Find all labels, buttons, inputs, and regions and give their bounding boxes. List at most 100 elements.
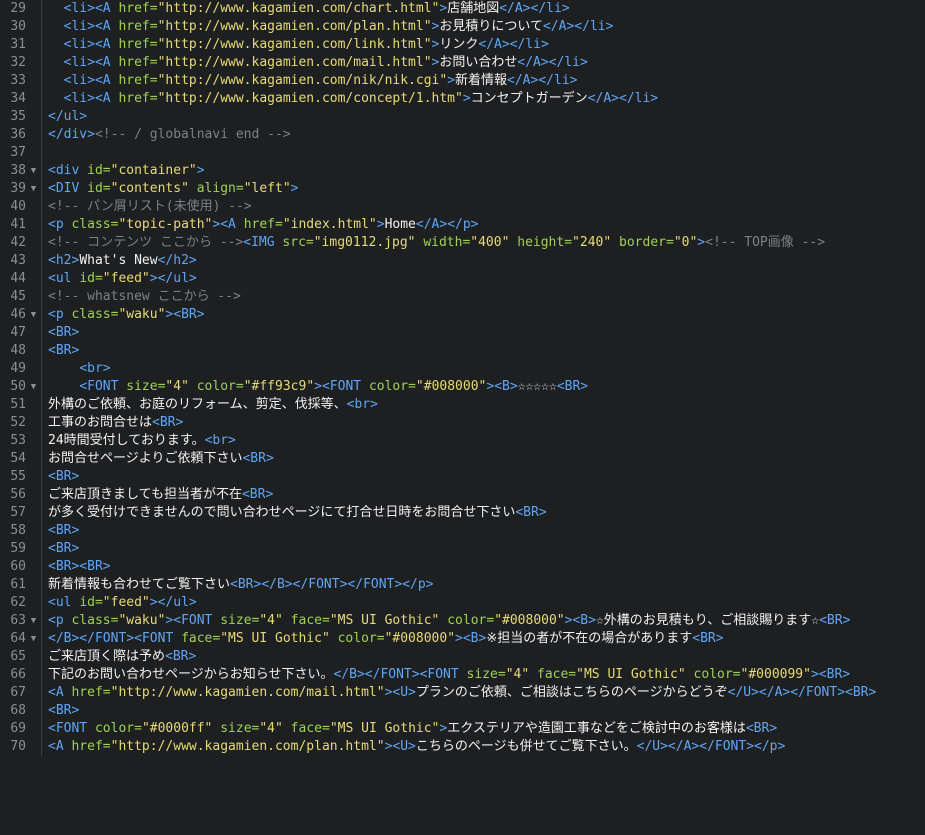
code-line[interactable]: 33 <li><A href="http://www.kagamien.com/…	[0, 72, 925, 90]
code-content: <div id="container">	[48, 162, 925, 180]
line-number: 35	[10, 109, 26, 124]
code-line[interactable]: 70 <A href="http://www.kagamien.com/plan.…	[0, 738, 925, 756]
code-line[interactable]: 50 <FONT size="4" color="#ff93c9"><FONT …	[0, 378, 925, 396]
code-line[interactable]: 43 <h2>What's New</h2>	[0, 252, 925, 270]
token-attr: face=	[290, 721, 330, 736]
indent-guide	[41, 216, 48, 234]
code-line[interactable]: 51 外構のご依頼、お庭のリフォーム、剪定、伐採等、<br>	[0, 396, 925, 414]
fold-arrow-icon[interactable]	[26, 306, 41, 324]
code-line[interactable]: 30 <li><A href="http://www.kagamien.com/…	[0, 18, 925, 36]
code-line[interactable]: 32 <li><A href="http://www.kagamien.com/…	[0, 54, 925, 72]
fold-gutter	[26, 450, 41, 468]
fold-gutter	[26, 684, 41, 702]
code-line[interactable]: 63 <p class="waku"><FONT size="4" face="M…	[0, 612, 925, 630]
line-number: 61	[10, 577, 26, 592]
code-line[interactable]: 48 <BR>	[0, 342, 925, 360]
line-number: 43	[10, 253, 26, 268]
indent-guide	[41, 504, 48, 522]
code-content: <br>	[48, 360, 925, 378]
code-line[interactable]: 66 下記のお問い合わせページからお知らせ下さい。</B></FONT><FONT…	[0, 666, 925, 684]
code-line[interactable]: 67 <A href="http://www.kagamien.com/mail.…	[0, 684, 925, 702]
token-str: "MS UI Gothic"	[220, 631, 338, 646]
code-line[interactable]: 36 </div><!-- / globalnavi end -->	[0, 126, 925, 144]
code-line[interactable]: 56 ご来店頂きましても担当者が不在<BR>	[0, 486, 925, 504]
code-line[interactable]: 31 <li><A href="http://www.kagamien.com/…	[0, 36, 925, 54]
fold-gutter	[26, 360, 41, 378]
code-line[interactable]: 44 <ul id="feed"></ul>	[0, 270, 925, 288]
code-line[interactable]: 60 <BR><BR>	[0, 558, 925, 576]
code-line[interactable]: 34 <li><A href="http://www.kagamien.com/…	[0, 90, 925, 108]
code-line[interactable]: 45 <!-- whatsnew ここから -->	[0, 288, 925, 306]
line-number: 65	[10, 649, 26, 664]
fold-arrow-icon[interactable]	[26, 162, 41, 180]
line-number: 60	[10, 559, 26, 574]
token-attr: href=	[243, 217, 283, 232]
fold-arrow-icon[interactable]	[26, 630, 41, 648]
code-editor[interactable]: 29 <li><A href="http://www.kagamien.com/…	[0, 0, 925, 835]
line-number: 31	[10, 37, 26, 52]
token-tag: </div>	[48, 127, 95, 142]
token-attr: class=	[71, 307, 119, 322]
token-str: "MS UI Gothic"	[329, 613, 448, 628]
code-line[interactable]: 52 工事のお問合せは<BR>	[0, 414, 925, 432]
line-number: 37	[10, 145, 26, 160]
token-tag: </B></FONT><FONT	[48, 631, 182, 646]
code-line[interactable]: 68 <BR>	[0, 702, 925, 720]
token-str: "waku"	[118, 613, 166, 628]
code-line[interactable]: 47 <BR>	[0, 324, 925, 342]
token-txt: What's New	[79, 253, 158, 268]
code-line[interactable]: 59 <BR>	[0, 540, 925, 558]
code-line[interactable]: 55 <BR>	[0, 468, 925, 486]
token-tag: ><BR>	[165, 307, 205, 322]
token-str: "http://www.kagamien.com/mail.html"	[110, 685, 385, 700]
code-line[interactable]: 54 お問合せページよりご依頼下さい<BR>	[0, 450, 925, 468]
code-line[interactable]: 39 <DIV id="contents" align="left">	[0, 180, 925, 198]
code-line[interactable]: 46 <p class="waku"><BR>	[0, 306, 925, 324]
token-tag: <BR>	[819, 613, 851, 628]
indent-guide	[41, 378, 48, 396]
indent-guide	[41, 558, 48, 576]
token-tag: </B></FONT><FONT	[333, 667, 467, 682]
code-content: 外構のご依頼、お庭のリフォーム、剪定、伐採等、<br>	[48, 396, 925, 414]
indent-guide	[41, 684, 48, 702]
code-line[interactable]: 57 が多く受付けできませんので問い合わせページにて打合せ日時をお問合せ下さい<B…	[0, 504, 925, 522]
code-line[interactable]: 35 </ul>	[0, 108, 925, 126]
token-txt: お見積りについて	[439, 19, 543, 34]
code-line[interactable]: 37	[0, 144, 925, 162]
token-txt: ☆外構のお見積もり、ご相談賜ります☆	[595, 613, 820, 628]
code-content: <li><A href="http://www.kagamien.com/nik…	[48, 72, 925, 90]
token-txt: ☆☆☆☆☆	[517, 379, 557, 394]
code-line[interactable]: 62 <ul id="feed"></ul>	[0, 594, 925, 612]
token-txt: が多く受付けできませんので問い合わせページにて打合せ日時をお問合せ下さい	[48, 505, 516, 520]
code-line[interactable]: 49 <br>	[0, 360, 925, 378]
code-line[interactable]: 42 <!-- コンテンツ ここから --><IMG src="img0112.j…	[0, 234, 925, 252]
fold-arrow-icon[interactable]	[26, 378, 41, 396]
code-line[interactable]: 58 <BR>	[0, 522, 925, 540]
fold-arrow-icon[interactable]	[26, 180, 41, 198]
code-line[interactable]: 64 </B></FONT><FONT face="MS UI Gothic" c…	[0, 630, 925, 648]
line-number: 41	[10, 217, 26, 232]
code-content: <li><A href="http://www.kagamien.com/mai…	[48, 54, 925, 72]
fold-arrow-icon[interactable]	[26, 612, 41, 630]
token-tag: ><B>	[564, 613, 596, 628]
code-line[interactable]: 69 <FONT color="#0000ff" size="4" face="M…	[0, 720, 925, 738]
code-line[interactable]: 65 ご来店頂く際は予め<BR>	[0, 648, 925, 666]
token-attr: color=	[447, 613, 495, 628]
indent-guide	[41, 342, 48, 360]
code-content: <FONT color="#0000ff" size="4" face="MS …	[48, 720, 925, 738]
code-line[interactable]: 40 <!-- パン屑リスト(未使用) -->	[0, 198, 925, 216]
code-content: <ul id="feed"></ul>	[48, 594, 925, 612]
code-line[interactable]: 61 新着情報も合わせてご覧下さい<BR></B></FONT></FONT></…	[0, 576, 925, 594]
token-tag: <A	[48, 685, 72, 700]
line-number: 67	[10, 685, 26, 700]
token-attr: href=	[118, 37, 158, 52]
code-line[interactable]: 41 <p class="topic-path"><A href="index.h…	[0, 216, 925, 234]
code-line[interactable]: 29 <li><A href="http://www.kagamien.com/…	[0, 0, 925, 18]
token-tag: ><U>	[384, 685, 416, 700]
code-line[interactable]: 53 24時間受付しております。<br>	[0, 432, 925, 450]
token-tag: <div	[48, 163, 88, 178]
token-tag: </A></li>	[517, 55, 588, 70]
code-line[interactable]: 38 <div id="container">	[0, 162, 925, 180]
indent-guide	[41, 432, 48, 450]
